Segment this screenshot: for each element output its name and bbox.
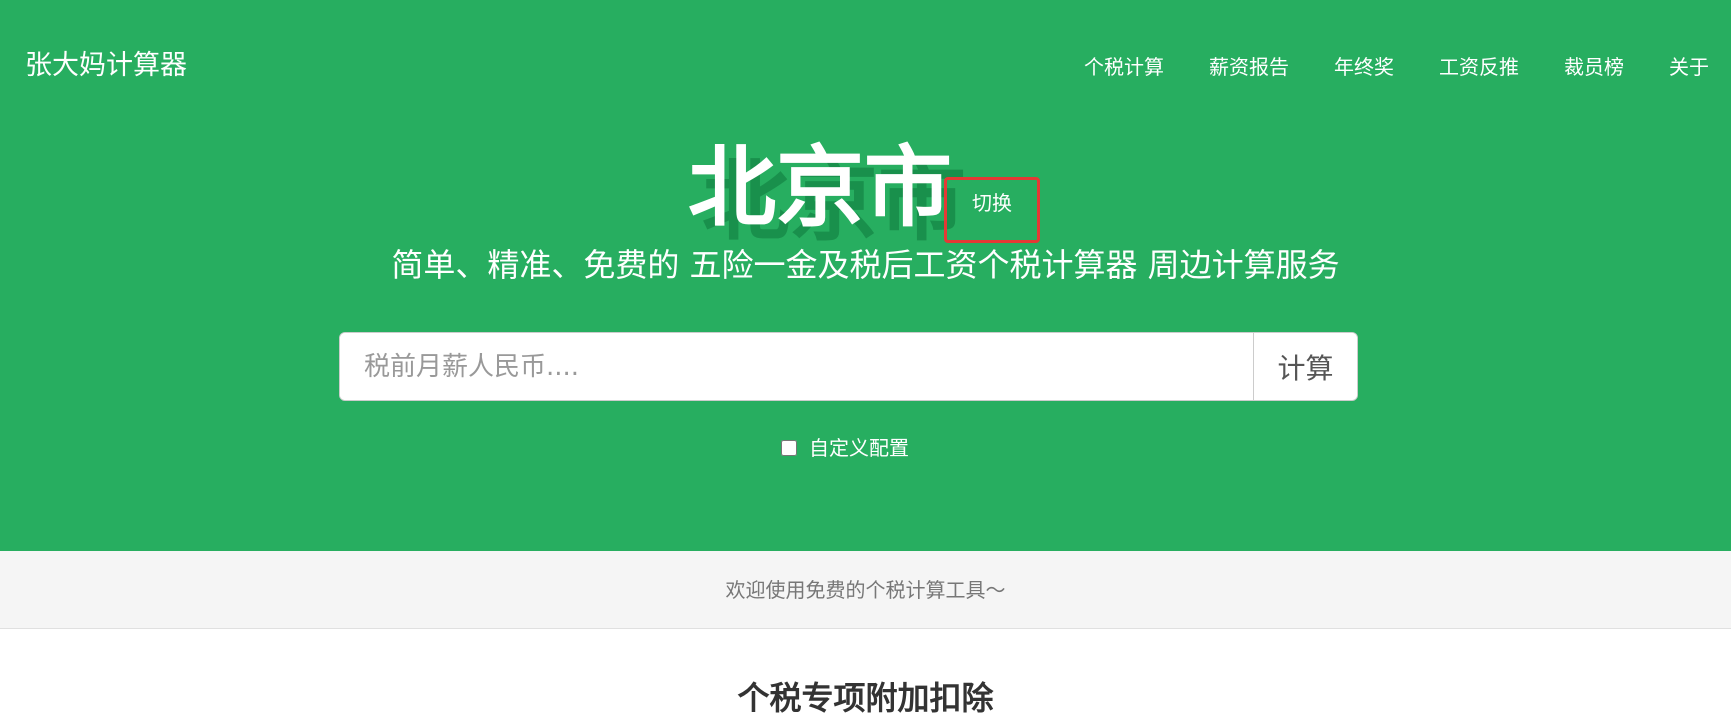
- top-nav: 个税计算 薪资报告 年终奖 工资反推 裁员榜 关于: [1084, 52, 1709, 82]
- custom-config-option[interactable]: 自定义配置: [781, 433, 909, 463]
- hero-subtitle: 简单、精准、免费的 五险一金及税后工资个税计算器 周边计算服务: [391, 246, 1340, 284]
- nav-item-salary-reverse[interactable]: 工资反推: [1439, 52, 1519, 82]
- nav-item-layoff-list[interactable]: 裁员榜: [1564, 52, 1624, 82]
- welcome-banner: 欢迎使用免费的个税计算工具～: [0, 551, 1731, 629]
- custom-config-checkbox[interactable]: [781, 440, 797, 456]
- custom-config-label: 自定义配置: [809, 436, 909, 460]
- hero-section: 张大妈计算器 个税计算 薪资报告 年终奖 工资反推 裁员榜 关于 北京市 切换 …: [0, 0, 1731, 551]
- salary-input[interactable]: [340, 333, 1253, 400]
- nav-item-about[interactable]: 关于: [1669, 52, 1709, 82]
- nav-item-year-end-bonus[interactable]: 年终奖: [1334, 52, 1394, 82]
- city-title: 北京市: [688, 136, 953, 239]
- city-heading-wrap: 北京市: [688, 138, 952, 248]
- switch-city-label: 切换: [972, 191, 1012, 215]
- nav-item-tax-calc[interactable]: 个税计算: [1084, 52, 1164, 82]
- switch-city-button[interactable]: 切换: [944, 177, 1040, 243]
- calculate-button[interactable]: 计算: [1253, 333, 1357, 400]
- section-title: 个税专项附加扣除: [737, 679, 994, 717]
- brand-logo-text[interactable]: 张大妈计算器: [25, 46, 187, 86]
- nav-item-salary-report[interactable]: 薪资报告: [1209, 52, 1289, 82]
- salary-search-group: 计算: [339, 332, 1358, 401]
